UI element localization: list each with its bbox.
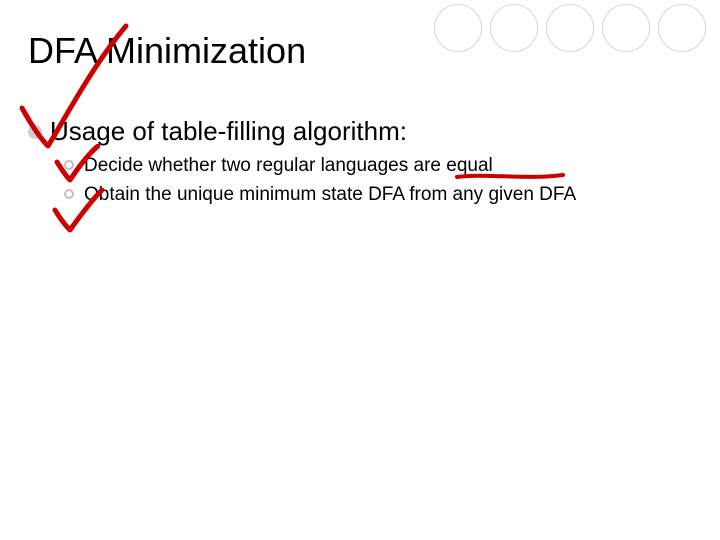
- decorative-circle: [602, 4, 650, 52]
- item-list: Decide whether two regular languages are…: [64, 154, 664, 211]
- underline-annotation: [455, 170, 565, 184]
- list-item: Decide whether two regular languages are…: [64, 154, 664, 179]
- list-item: Obtain the unique minimum state DFA from…: [64, 183, 664, 208]
- item-text: Obtain the unique minimum state DFA from…: [84, 183, 576, 208]
- decorative-circle: [434, 4, 482, 52]
- decorative-circle: [490, 4, 538, 52]
- decorative-circle: [546, 4, 594, 52]
- check-mark-annotation: [52, 188, 104, 234]
- decorative-circle: [658, 4, 706, 52]
- item-text: Decide whether two regular languages are…: [84, 154, 493, 179]
- decorative-circles: [434, 4, 706, 52]
- check-mark-annotation: [54, 144, 100, 184]
- check-mark-annotation: [18, 20, 138, 160]
